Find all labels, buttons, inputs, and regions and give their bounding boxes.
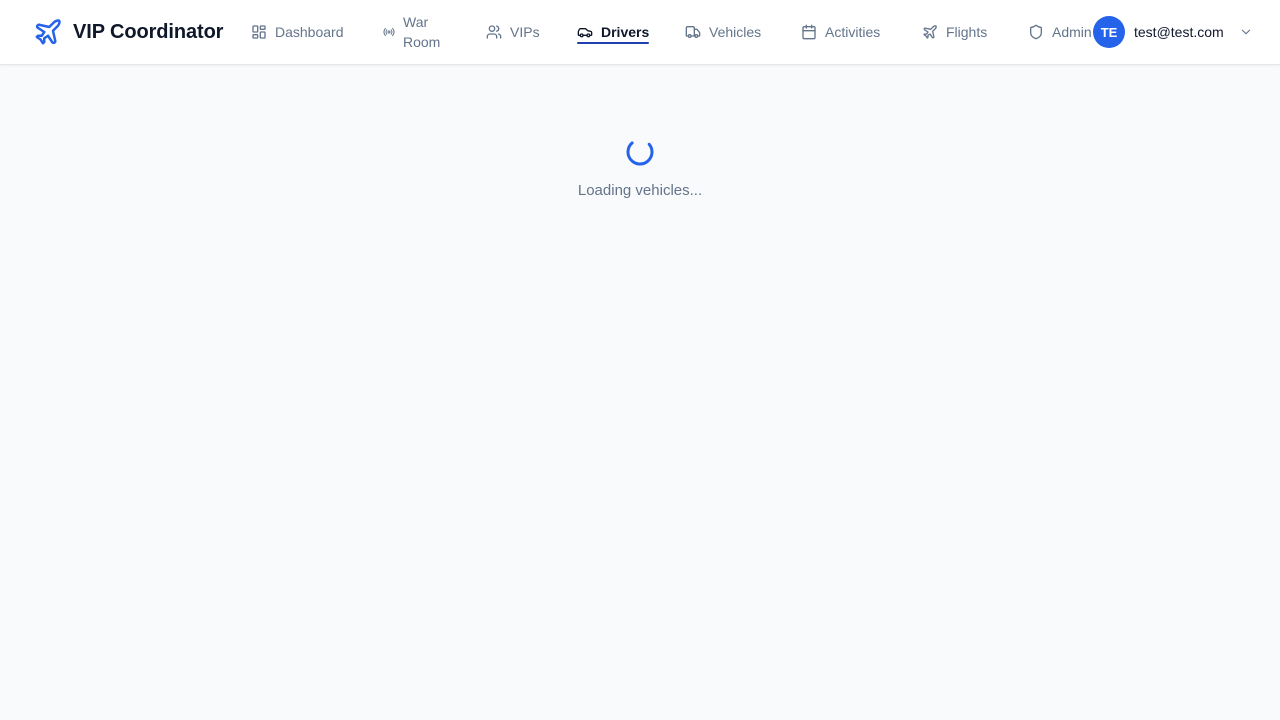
nav-item-drivers[interactable]: Drivers (577, 0, 650, 64)
chevron-down-icon (1241, 29, 1250, 35)
nav-label-vehicles: Vehicles (709, 24, 762, 40)
loading-spinner-icon (626, 138, 654, 166)
dashboard-grid-icon (252, 25, 266, 39)
nav-label-flights: Flights (946, 24, 988, 40)
nav-label-vips: VIPs (510, 24, 540, 40)
user-menu-button[interactable]: TE test@test.com (1093, 16, 1253, 48)
truck-icon (685, 26, 701, 38)
nav-item-admin[interactable]: Admin (1028, 0, 1092, 64)
avatar: TE (1093, 16, 1125, 48)
calendar-icon (802, 24, 816, 40)
user-email: test@test.com (1134, 24, 1224, 40)
app-title: VIP Coordinator (73, 20, 224, 43)
nav-item-war-room[interactable]: War Room (383, 0, 447, 64)
top-navigation-bar: VIP Coordinator Dashboard War Room VIPs (0, 0, 1280, 65)
nav-item-vips[interactable]: VIPs (486, 0, 540, 64)
nav-item-dashboard[interactable]: Dashboard (251, 0, 344, 64)
nav-label-admin: Admin (1052, 24, 1092, 40)
broadcast-icon (383, 27, 395, 37)
plane-logo-icon (35, 19, 61, 45)
nav-label-activities: Activities (825, 24, 881, 40)
plane-icon (923, 25, 937, 39)
loading-state: Loading vehicles... (0, 136, 1280, 199)
users-icon (486, 25, 502, 39)
nav-item-vehicles[interactable]: Vehicles (685, 0, 761, 64)
nav-item-activities[interactable]: Activities (801, 0, 880, 64)
shield-icon (1030, 24, 1042, 40)
nav-label-drivers: Drivers (601, 24, 650, 40)
car-icon (577, 27, 593, 38)
nav-label-war-room: War Room (403, 14, 441, 50)
brand-link[interactable]: VIP Coordinator (33, 17, 223, 47)
nav-label-dashboard: Dashboard (275, 24, 344, 40)
loading-text: Loading vehicles... (577, 182, 703, 199)
nav-item-flights[interactable]: Flights (922, 0, 987, 64)
